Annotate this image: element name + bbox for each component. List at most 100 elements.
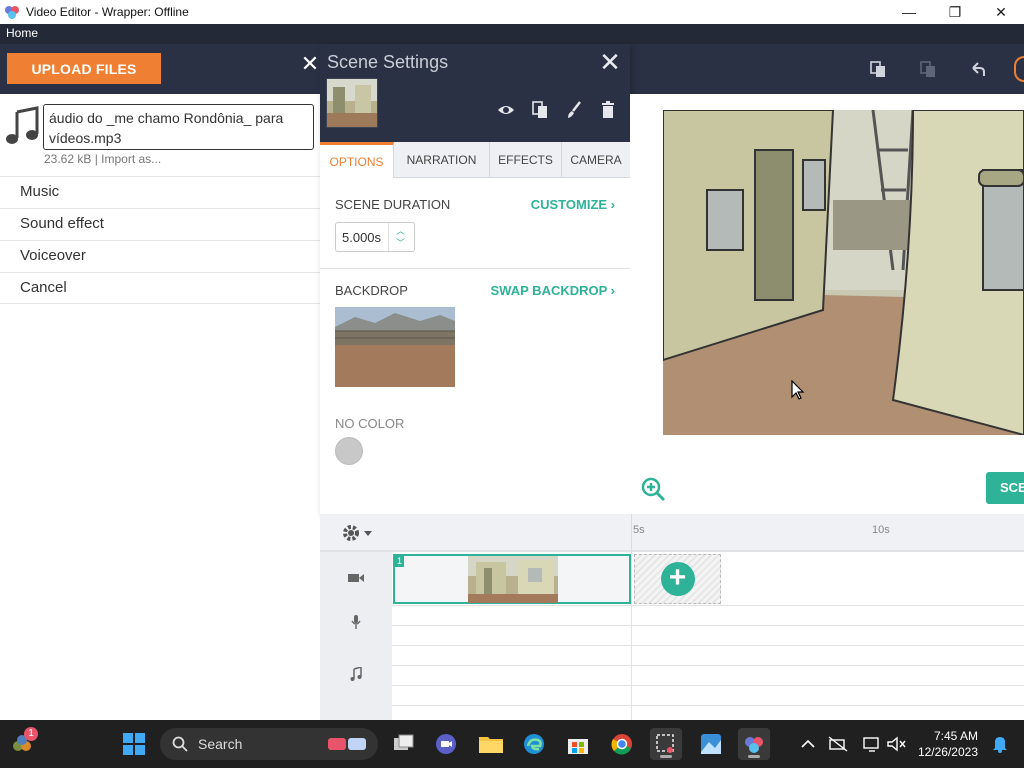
windows-taskbar: Search 7:45 AM 12/26/2023	[0, 720, 1024, 768]
customize-link[interactable]: CUSTOMIZE ›	[531, 197, 615, 212]
network-offline-icon[interactable]	[822, 728, 854, 760]
edge-browser-icon[interactable]	[518, 728, 550, 760]
file-name-field[interactable]: áudio do _me chamo Rondônia_ para vídeos…	[43, 104, 314, 150]
scene-duration-label: SCENE DURATION	[335, 197, 451, 212]
task-view-icon[interactable]	[388, 728, 420, 760]
section-divider	[320, 268, 630, 269]
music-note-icon	[6, 106, 39, 144]
taskbar-search[interactable]: Search	[160, 728, 378, 760]
file-explorer-icon[interactable]	[475, 728, 507, 760]
volume-muted-icon[interactable]	[880, 728, 912, 760]
eye-icon[interactable]	[496, 100, 516, 120]
close-scene-settings-button[interactable]: ✕	[598, 49, 622, 75]
add-scene-button[interactable]: +	[660, 562, 695, 596]
backdrop-thumbnail[interactable]	[335, 307, 455, 387]
header-action-button[interactable]	[1014, 56, 1024, 82]
timeline: 5s 10s 1 +	[320, 514, 1024, 720]
microphone-icon	[344, 612, 368, 632]
import-as-menu: Music Sound effect Voiceover Cancel	[0, 176, 320, 304]
scene-boundary-line	[631, 552, 632, 720]
window-titlebar: Video Editor - Wrapper: Offline — ❐ ✕	[0, 0, 1024, 24]
widgets-notification-badge: 1	[24, 727, 38, 741]
backdrop-label: BACKDROP	[335, 283, 408, 298]
clip-number: 1	[395, 556, 405, 567]
assets-panel: UPLOAD FILES áudio do _me chamo Rondônia…	[0, 44, 320, 720]
scene-duration-stepper[interactable]: 5.000s ︿ ﹀	[335, 222, 415, 252]
system-clock[interactable]: 7:45 AM 12/26/2023	[912, 728, 978, 760]
settings-gear-icon[interactable]	[340, 522, 374, 544]
music-track-icon	[344, 664, 368, 684]
tab-narration[interactable]: NARRATION	[394, 142, 490, 178]
add-scene-slot[interactable]: +	[634, 554, 721, 604]
store-icon[interactable]	[562, 728, 594, 760]
menu-item-voiceover[interactable]: Voiceover	[0, 240, 320, 272]
tab-effects[interactable]: EFFECTS	[490, 142, 562, 178]
audio-file-item[interactable]: áudio do _me chamo Rondônia_ para vídeos…	[0, 94, 320, 176]
scene-settings-panel: ✕ Scene Settings ✕ OPTIONS NARRATION EFF…	[301, 44, 630, 514]
scene-duration-value[interactable]: 5.000s	[336, 230, 388, 245]
ruler-tick	[631, 514, 632, 552]
start-windows-icon[interactable]	[118, 728, 150, 760]
music-track-2	[392, 666, 1024, 686]
music-track-1	[392, 646, 1024, 666]
window-close-button[interactable]: ✕	[978, 0, 1024, 24]
snipping-tool-icon[interactable]	[650, 728, 682, 760]
menu-item-sound-effect[interactable]: Sound effect	[0, 208, 320, 240]
scene-settings-header: ✕ Scene Settings ✕	[301, 44, 630, 142]
chrome-icon[interactable]	[606, 728, 638, 760]
scene-settings-title: Scene Settings	[327, 52, 449, 72]
voice-track-1	[392, 606, 1024, 626]
copy-icon[interactable]	[863, 54, 893, 84]
app-logo-icon	[5, 6, 19, 19]
music-track-3	[392, 686, 1024, 706]
window-title: Video Editor - Wrapper: Offline	[26, 5, 189, 19]
chevron-up-icon[interactable]: ︿	[396, 225, 405, 237]
editor-toolbar	[630, 44, 1024, 94]
search-icon	[172, 736, 188, 752]
mouse-cursor-icon	[791, 380, 805, 400]
teams-chat-icon[interactable]	[430, 728, 462, 760]
clip-thumbnail	[468, 556, 558, 603]
clock-date: 12/26/2023	[917, 745, 978, 759]
color-label: NO COLOR	[335, 416, 405, 431]
scene-canvas[interactable]	[663, 110, 1024, 435]
scene-button[interactable]: SCE	[986, 472, 1024, 504]
search-placeholder: Search	[198, 736, 243, 752]
photos-icon[interactable]	[695, 728, 727, 760]
notification-bell-icon[interactable]	[984, 728, 1016, 760]
brush-icon[interactable]	[564, 100, 584, 120]
menu-item-music[interactable]: Music	[0, 176, 320, 208]
track-headers	[320, 552, 392, 720]
tab-options[interactable]: OPTIONS	[320, 142, 394, 178]
stage-area: SCE	[630, 94, 1024, 514]
tab-camera[interactable]: CAMERA	[562, 142, 630, 178]
assets-header: UPLOAD FILES	[0, 44, 320, 94]
swap-backdrop-link[interactable]: SWAP BACKDROP ›	[491, 283, 615, 298]
close-assets-button[interactable]: ✕	[300, 53, 320, 75]
scene-thumbnail	[326, 78, 378, 128]
menu-home[interactable]: Home	[6, 26, 38, 40]
voice-track-2	[392, 626, 1024, 646]
search-highlight-icon	[328, 738, 366, 750]
video-camera-icon	[344, 568, 368, 588]
ruler-label-5s: 5s	[633, 524, 645, 536]
paste-icon[interactable]	[913, 54, 943, 84]
trash-icon[interactable]	[598, 100, 618, 120]
undo-icon[interactable]	[963, 54, 993, 84]
menu-item-cancel[interactable]: Cancel	[0, 272, 320, 304]
chevron-up-tray-icon[interactable]	[792, 728, 824, 760]
timeline-ruler[interactable]: 5s 10s	[320, 514, 1024, 552]
wrapper-app-icon[interactable]	[738, 728, 770, 760]
upload-files-button[interactable]: UPLOAD FILES	[7, 53, 161, 84]
restore-button[interactable]: ❐	[932, 0, 978, 24]
zoom-in-icon[interactable]	[640, 476, 666, 502]
ruler-label-10s: 10s	[872, 524, 890, 536]
clock-time: 7:45 AM	[933, 729, 978, 743]
scene-settings-tabs: OPTIONS NARRATION EFFECTS CAMERA	[320, 142, 630, 178]
scene-clip[interactable]: 1	[393, 554, 631, 604]
minimize-button[interactable]: —	[886, 0, 932, 24]
menu-bar: Home	[0, 24, 1024, 44]
chevron-down-icon[interactable]: ﹀	[396, 237, 405, 249]
backdrop-color-swatch[interactable]	[335, 437, 363, 465]
duplicate-icon[interactable]	[530, 100, 550, 120]
